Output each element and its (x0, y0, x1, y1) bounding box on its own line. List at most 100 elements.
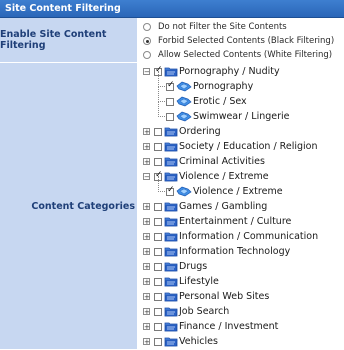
filter-label: Enable Site Content Filtering (0, 29, 107, 51)
web-page-icon (176, 111, 192, 122)
category-item[interactable]: + Finance / Investment (143, 319, 344, 334)
tree-connector (158, 86, 165, 87)
tree-connector (158, 176, 159, 192)
filter-option-black[interactable]: Forbid Selected Contents (Black Filterin… (143, 34, 344, 48)
category-subitem[interactable]: Violence / Extreme (155, 176, 344, 199)
section-header: Site Content Filtering (0, 0, 344, 18)
expand-icon[interactable]: + (143, 143, 150, 151)
category-subitem[interactable]: Swimwear / Lingerie (155, 101, 344, 124)
categories-row: Content Categories − Pornography / Nudity… (0, 63, 344, 350)
filter-label-cell: Enable Site Content Filtering (0, 18, 137, 62)
tree-connector (158, 191, 165, 192)
category-item[interactable]: + Lifestyle (143, 274, 344, 289)
category-item[interactable]: + Information / Communication (143, 229, 344, 244)
filter-option-white[interactable]: Allow Selected Contents (White Filtering… (143, 48, 344, 62)
radio-button[interactable] (143, 51, 151, 59)
filter-option-none[interactable]: Do not Filter the Site Contents (143, 20, 344, 34)
folder-icon (164, 171, 178, 182)
category-label: Finance / Investment (179, 321, 279, 332)
tree-connector (158, 71, 159, 87)
category-label: Personal Web Sites (179, 291, 270, 302)
category-checkbox[interactable] (154, 292, 162, 301)
expand-icon[interactable]: + (143, 308, 150, 316)
folder-icon (164, 276, 178, 287)
expand-icon[interactable]: + (143, 323, 150, 331)
category-label: Swimwear / Lingerie (193, 111, 290, 122)
folder-icon (164, 126, 178, 137)
web-page-icon (176, 96, 192, 107)
category-subitem[interactable]: Pornography (155, 71, 344, 94)
category-checkbox[interactable] (154, 307, 162, 316)
categories-label-cell: Content Categories (0, 63, 137, 349)
category-item[interactable]: + Information Technology (143, 244, 344, 259)
radio-label: Forbid Selected Contents (Black Filterin… (158, 36, 335, 46)
category-label: Erotic / Sex (193, 96, 247, 107)
category-item[interactable]: + Job Search (143, 304, 344, 319)
tree-connector (158, 101, 165, 102)
category-children: Violence / Extreme (143, 176, 344, 199)
expand-icon[interactable]: + (143, 233, 150, 241)
category-item[interactable]: + Personal Web Sites (143, 289, 344, 304)
category-item[interactable]: + Entertainment / Culture (143, 214, 344, 229)
category-checkbox[interactable] (154, 157, 162, 166)
category-tree-cell: − Pornography / Nudity Pornography Erotic /… (137, 63, 344, 349)
category-checkbox[interactable] (166, 97, 174, 106)
folder-icon (164, 141, 178, 152)
category-checkbox[interactable] (154, 247, 162, 256)
expand-icon[interactable]: + (143, 278, 150, 286)
categories-label: Content Categories (31, 200, 135, 212)
category-item[interactable]: + Ordering (143, 124, 344, 139)
expand-icon[interactable]: + (143, 203, 150, 211)
category-item[interactable]: − Pornography / Nudity (143, 64, 344, 79)
filter-options: Do not Filter the Site Contents Forbid S… (137, 18, 344, 62)
tree-connector (158, 116, 165, 117)
expand-icon[interactable]: + (143, 218, 150, 226)
category-item[interactable]: + Criminal Activities (143, 154, 344, 169)
folder-icon (164, 291, 178, 302)
folder-icon (164, 261, 178, 272)
folder-icon (164, 321, 178, 332)
category-checkbox[interactable] (154, 337, 162, 346)
expand-icon[interactable]: + (143, 128, 150, 136)
category-checkbox[interactable] (166, 185, 175, 196)
category-checkbox[interactable] (154, 127, 162, 136)
collapse-icon[interactable]: − (143, 68, 150, 76)
expand-icon[interactable]: + (143, 338, 150, 346)
category-item[interactable]: + Drugs (143, 259, 344, 274)
category-checkbox[interactable] (154, 142, 162, 151)
expand-icon[interactable]: + (143, 263, 150, 271)
category-item[interactable]: − Violence / Extreme (143, 169, 344, 184)
folder-icon (164, 66, 178, 77)
expand-icon[interactable]: + (143, 158, 150, 166)
expand-icon[interactable]: + (143, 293, 150, 301)
category-checkbox[interactable] (154, 232, 162, 241)
category-label: Society / Education / Religion (179, 141, 318, 152)
category-label: Violence / Extreme (179, 171, 269, 182)
radio-label: Allow Selected Contents (White Filtering… (158, 50, 333, 60)
category-checkbox[interactable] (154, 322, 162, 331)
radio-button[interactable] (143, 37, 151, 45)
category-children: Pornography Erotic / Sex Swimwear / Linger… (143, 71, 344, 124)
category-checkbox[interactable] (154, 202, 162, 211)
category-checkbox[interactable] (166, 112, 174, 121)
category-item[interactable]: + Games / Gambling (143, 199, 344, 214)
category-checkbox[interactable] (154, 277, 162, 286)
expand-icon[interactable]: + (143, 248, 150, 256)
radio-button[interactable] (143, 23, 151, 31)
category-checkbox[interactable] (154, 262, 162, 271)
folder-icon (164, 336, 178, 347)
category-checkbox[interactable] (166, 80, 175, 91)
category-checkbox[interactable] (154, 217, 162, 226)
category-item[interactable]: + Society / Education / Religion (143, 139, 344, 154)
collapse-icon[interactable]: − (143, 173, 150, 181)
category-label: Criminal Activities (179, 156, 265, 167)
category-label: Entertainment / Culture (179, 216, 292, 227)
category-subitem[interactable]: Erotic / Sex (155, 86, 344, 109)
web-page-icon (176, 81, 192, 92)
category-label: Games / Gambling (179, 201, 268, 212)
category-item[interactable]: + Vehicles (143, 334, 344, 349)
category-label: Information / Communication (179, 231, 319, 242)
filter-row: Enable Site Content Filtering Do not Fil… (0, 18, 344, 63)
folder-icon (164, 216, 178, 227)
category-label: Violence / Extreme (193, 186, 283, 197)
